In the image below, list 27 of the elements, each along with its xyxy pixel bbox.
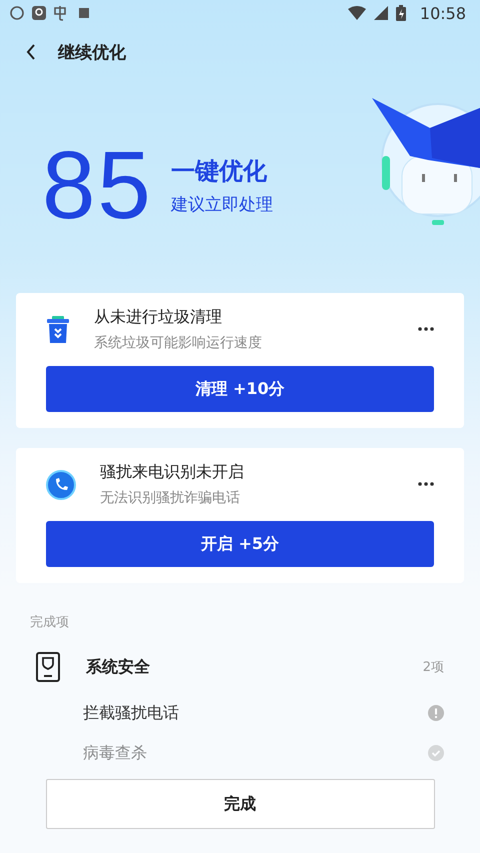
wifi-icon [348, 6, 366, 20]
trash-bin-icon [46, 316, 70, 344]
item-count: 2项 [422, 659, 444, 676]
battery-icon [396, 5, 406, 21]
hero-subtitle: 建议立即处理 [170, 194, 273, 216]
more-icon [418, 482, 434, 486]
exclamation-icon [428, 705, 444, 721]
check-item-label: 拦截骚扰电话 [83, 702, 179, 724]
clock-time: 10:58 [420, 4, 466, 22]
task-description: 无法识别骚扰诈骗电话 [100, 489, 241, 507]
phone-icon [46, 470, 76, 500]
check-icon [428, 745, 444, 761]
done-button[interactable]: 完成 [46, 779, 434, 829]
group-title: 系统安全 [86, 656, 151, 678]
task-title: 骚扰来电识别未开启 [100, 462, 245, 483]
section-label: 完成项 [30, 614, 70, 631]
page-title: 继续优化 [58, 42, 126, 64]
more-icon [418, 326, 434, 330]
action-button[interactable]: 清理 +10分 [46, 366, 434, 412]
score-number: 85 [42, 138, 153, 234]
task-title: 从未进行垃圾清理 [94, 307, 223, 328]
tablet-shield-icon [36, 652, 60, 682]
action-button[interactable]: 开启 +5分 [46, 521, 434, 567]
signal-icon [374, 6, 388, 20]
hero-title: 一键优化 [170, 156, 268, 187]
task-description: 系统垃圾可能影响运行速度 [94, 334, 263, 352]
check-item-label: 病毒查杀 [83, 742, 147, 764]
